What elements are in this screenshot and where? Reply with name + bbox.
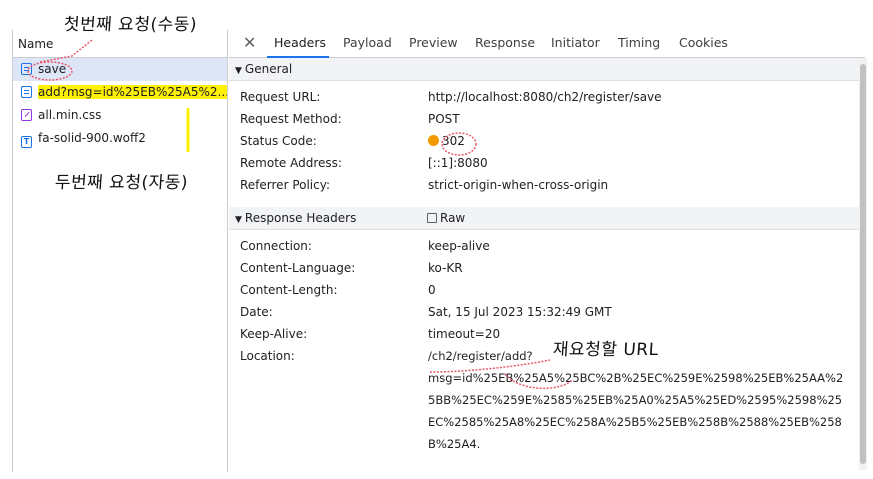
general-section-title: General — [244, 62, 293, 76]
request-name: all.min.css — [38, 108, 102, 122]
general-row: Request Method: POST — [229, 109, 865, 131]
header-key: Status Code: — [240, 134, 317, 148]
tab-timing[interactable]: Timing — [618, 35, 660, 50]
response-header-row: Keep-Alive: timeout=20 — [229, 324, 865, 346]
detail-tab-bar: ✕ Headers Payload Preview Response Initi… — [229, 30, 865, 58]
header-key: Connection: — [240, 239, 312, 253]
annotation-redirect-url: 재요청할 URL — [552, 340, 660, 360]
document-icon — [21, 86, 32, 98]
header-value: [::1]:8080 — [428, 156, 488, 170]
request-row-add[interactable]: add?msg=id%25EB%25A5%2... — [13, 81, 227, 104]
triangle-down-icon: ▼ — [235, 66, 242, 76]
scrollbar-thumb[interactable] — [860, 64, 866, 464]
request-name: fa-solid-900.woff2 — [38, 131, 146, 145]
tab-response[interactable]: Response — [475, 35, 535, 50]
location-header-row: Location: /ch2/register/add? msg=id%25EB… — [229, 346, 865, 456]
annotation-second-request: 두번째 요청(자동) — [54, 173, 189, 193]
header-value: timeout=20 — [428, 327, 501, 341]
annotation-first-request: 첫번째 요청(수동) — [63, 15, 198, 35]
header-value: keep-alive — [428, 239, 490, 253]
request-name: save — [38, 62, 67, 76]
header-value: 0 — [428, 283, 436, 297]
raw-label: Raw — [440, 211, 466, 225]
header-key: Location: — [240, 349, 295, 363]
request-name: add?msg=id%25EB%25A5%2... — [38, 85, 227, 99]
name-column-label: Name — [18, 37, 54, 51]
status-code-value: 302 — [428, 134, 465, 148]
status-dot-icon — [428, 135, 439, 146]
response-headers-section-header[interactable]: ▼ Response Headers Raw — [229, 207, 865, 230]
general-row: Referrer Policy: strict-origin-when-cross… — [229, 175, 865, 197]
location-value-line: 5BB%25EC%259E%2585%25EB%25A0%25A5%25ED%2… — [428, 393, 843, 407]
response-header-row: Content-Length: 0 — [229, 280, 865, 302]
font-file-icon: T — [21, 136, 32, 148]
response-header-row: Content-Language: ko-KR — [229, 258, 865, 280]
raw-toggle[interactable]: Raw — [421, 211, 465, 225]
document-icon — [21, 63, 32, 75]
request-row-css[interactable]: all.min.css — [13, 104, 227, 127]
header-key: Request URL: — [240, 90, 321, 104]
header-key: Keep-Alive: — [240, 327, 308, 341]
response-header-row: Date: Sat, 15 Jul 2023 15:32:49 GMT — [229, 302, 865, 324]
tab-preview[interactable]: Preview — [409, 35, 458, 50]
header-value: strict-origin-when-cross-origin — [428, 178, 609, 192]
general-row: Request URL: http://localhost:8080/ch2/re… — [229, 87, 865, 109]
header-key: Content-Length: — [240, 283, 338, 297]
raw-checkbox[interactable] — [427, 213, 437, 223]
tab-payload[interactable]: Payload — [343, 35, 392, 50]
header-key: Request Method: — [240, 112, 342, 126]
header-key: Content-Language: — [240, 261, 356, 275]
detail-scrollbar[interactable] — [859, 58, 867, 470]
request-row-font[interactable]: Tfa-solid-900.woff2 — [13, 127, 227, 150]
close-icon[interactable]: ✕ — [243, 33, 256, 52]
general-row: Status Code: 302 — [229, 131, 865, 153]
tab-initiator[interactable]: Initiator — [551, 35, 600, 50]
triangle-down-icon: ▼ — [235, 215, 242, 225]
request-list-panel: Name save add?msg=id%25EB%25A5%2... all.… — [12, 30, 228, 472]
response-header-row: Connection: keep-alive — [229, 236, 865, 258]
header-key: Referrer Policy: — [240, 178, 330, 192]
header-key: Remote Address: — [240, 156, 342, 170]
general-section-header[interactable]: ▼ General — [229, 58, 865, 81]
stylesheet-icon — [21, 109, 32, 121]
location-value-line: /ch2/register/add? — [428, 349, 533, 363]
header-value: http://localhost:8080/ch2/register/save — [428, 90, 662, 104]
location-value-line: B%25A4. — [428, 437, 481, 451]
tab-headers[interactable]: Headers — [274, 35, 326, 50]
tab-cookies[interactable]: Cookies — [679, 35, 728, 50]
status-code: 302 — [442, 134, 465, 148]
response-headers-title: Response Headers — [244, 211, 357, 225]
header-value: POST — [428, 112, 460, 126]
request-detail-panel: ✕ Headers Payload Preview Response Initi… — [229, 30, 865, 472]
location-value-line: msg=id%25EB%25A5%25BC%2B%25EC%259E%2598%… — [428, 371, 844, 385]
header-value: ko-KR — [428, 261, 463, 275]
header-key: Date: — [240, 305, 273, 319]
general-row: Remote Address: [::1]:8080 — [229, 153, 865, 175]
location-value-line: EC%2585%25A8%25EC%258A%25B5%25EB%258B%25… — [428, 415, 842, 429]
header-value: Sat, 15 Jul 2023 15:32:49 GMT — [428, 305, 612, 319]
request-row-save[interactable]: save — [13, 58, 227, 81]
